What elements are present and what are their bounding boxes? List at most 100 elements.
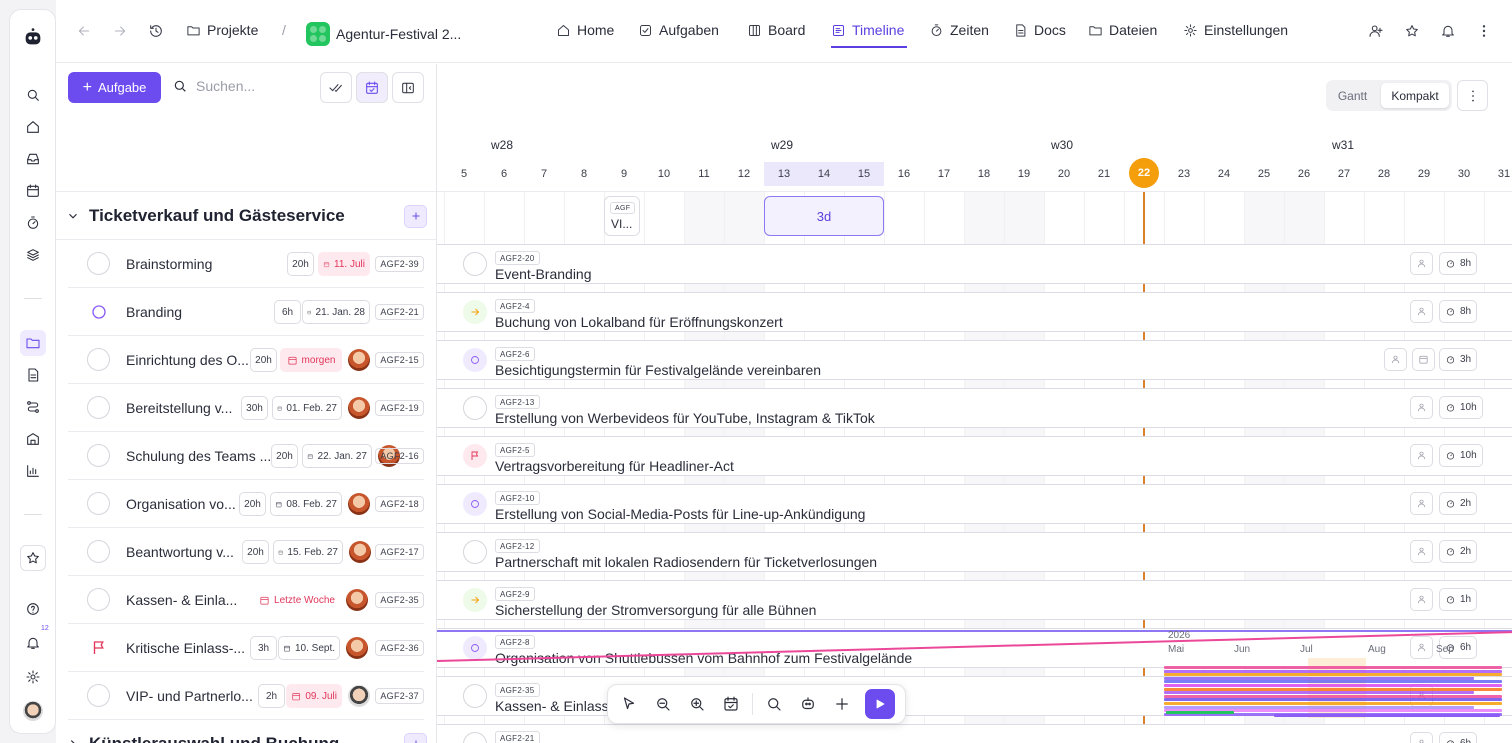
timeline-row[interactable]: AGF2-6 Besichtigungstermin für Festivalg… <box>437 340 1512 380</box>
assignee-avatar[interactable] <box>346 637 368 659</box>
task-bar[interactable]: AGF2-21 <box>437 724 1512 743</box>
tab-settings[interactable]: Einstellungen <box>1183 22 1288 38</box>
task-bar[interactable]: AGF2-6 Besichtigungstermin für Festivalg… <box>437 340 1512 380</box>
task-row[interactable]: Einrichtung des O... 20h morgen AGF2-15 <box>68 336 424 384</box>
view-option-compact[interactable]: Kompakt <box>1381 83 1449 108</box>
estimate-chip[interactable]: 8h <box>1439 300 1478 323</box>
status-open-icon[interactable] <box>87 444 110 467</box>
back-arrow-icon[interactable] <box>74 21 94 41</box>
task-bar[interactable]: AGF2-10 Erstellung von Social-Media-Post… <box>437 484 1512 524</box>
tab-board[interactable]: Board <box>747 22 805 38</box>
task-due-date[interactable]: Letzte Woche <box>254 588 340 612</box>
estimate-chip[interactable]: 3h <box>1439 348 1478 371</box>
assign-user-icon[interactable] <box>1410 588 1433 611</box>
settings-gear-icon[interactable] <box>20 664 46 690</box>
status-open-icon[interactable] <box>87 252 110 275</box>
timeline-row[interactable]: AGF2-13 Erstellung von Werbevideos für Y… <box>437 388 1512 428</box>
timeline-row[interactable]: AGF2-20 Event-Branding 8h <box>437 244 1512 284</box>
task-bar[interactable]: AGF2-20 Event-Branding <box>437 244 1512 284</box>
task-due-date[interactable]: 15. Feb. 27 <box>273 540 343 564</box>
assignee-avatar[interactable] <box>348 397 370 419</box>
estimate-chip[interactable]: 2h <box>1439 540 1478 563</box>
tab-home[interactable]: Home <box>556 22 614 38</box>
assign-user-icon[interactable] <box>1410 540 1433 563</box>
assign-user-icon[interactable] <box>1410 252 1433 275</box>
timer-icon[interactable] <box>20 210 46 236</box>
add-plus-icon[interactable] <box>825 687 859 721</box>
group-summary-bar[interactable]: 3d <box>764 196 884 236</box>
assignee-avatar[interactable] <box>346 589 368 611</box>
calendar-icon[interactable] <box>20 178 46 204</box>
status-open-icon[interactable] <box>87 588 110 611</box>
task-due-date[interactable]: 09. Juli <box>286 684 342 708</box>
document-icon[interactable] <box>20 362 46 388</box>
task-due-date[interactable]: 22. Jan. 27 <box>302 444 372 468</box>
breadcrumb-project[interactable]: Agentur-Festival 2... <box>306 22 461 46</box>
status-open-icon[interactable] <box>463 396 487 420</box>
task-row[interactable]: Organisation vo... 20h 08. Feb. 27 AGF2-18 <box>68 480 424 528</box>
status-arrow-icon[interactable] <box>463 588 487 612</box>
task-row[interactable]: Kassen- & Einla... Letzte Woche AGF2-35 <box>68 576 424 624</box>
status-open-icon[interactable] <box>87 540 110 563</box>
estimate-chip[interactable]: 10h <box>1439 396 1483 419</box>
task-row[interactable]: Brainstorming 20h 11. Juli AGF2-39 <box>68 240 424 288</box>
breadcrumb-projects[interactable]: Projekte <box>186 22 258 38</box>
help-icon[interactable] <box>20 596 46 622</box>
calendar-icon[interactable] <box>1412 348 1435 371</box>
forward-arrow-icon[interactable] <box>110 21 130 41</box>
timeline-row[interactable]: AGF2-21 6h <box>437 724 1512 743</box>
status-flag-icon[interactable] <box>87 636 110 659</box>
estimate-chip[interactable]: 1h <box>1439 588 1478 611</box>
assign-user-icon[interactable] <box>1410 300 1433 323</box>
bell-icon[interactable] <box>1438 21 1458 41</box>
building-icon[interactable] <box>20 426 46 452</box>
status-open-icon[interactable] <box>87 684 110 707</box>
ai-assistant-icon[interactable] <box>791 687 825 721</box>
task-row[interactable]: VIP- und Partnerlo... 2h 09. Juli AGF2-37 <box>68 672 424 720</box>
status-in-progress-icon[interactable] <box>87 300 110 323</box>
timeline-row[interactable]: AGF2-5 Vertragsvorbereitung für Headline… <box>437 436 1512 476</box>
collapse-panel-button[interactable] <box>392 72 424 103</box>
group-add-button[interactable] <box>404 732 427 743</box>
zoom-in-icon[interactable] <box>680 687 714 721</box>
estimate-chip[interactable]: 8h <box>1439 252 1478 275</box>
today-calendar-icon[interactable] <box>714 687 748 721</box>
logo-icon[interactable] <box>20 24 46 50</box>
search-input[interactable]: Suchen... <box>196 78 255 94</box>
timeline-more-button[interactable] <box>1457 80 1488 111</box>
play-button[interactable] <box>865 689 895 719</box>
workflow-icon[interactable] <box>20 394 46 420</box>
tab-tasks[interactable]: Aufgaben <box>638 22 719 38</box>
add-task-button[interactable]: + Aufgabe <box>68 72 161 103</box>
status-arrow-icon[interactable] <box>463 300 487 324</box>
inbox-icon[interactable] <box>20 146 46 172</box>
assign-user-icon[interactable] <box>1410 492 1433 515</box>
search-box[interactable]: Suchen... <box>172 78 255 94</box>
group-header[interactable]: Ticketverkauf und Gästeservice <box>56 192 436 240</box>
tab-timeline[interactable]: Timeline <box>831 22 904 38</box>
task-due-date[interactable]: 01. Feb. 27 <box>272 396 342 420</box>
favorite-star-icon[interactable] <box>1402 21 1422 41</box>
status-open-icon[interactable] <box>87 492 110 515</box>
add-member-icon[interactable] <box>1366 21 1386 41</box>
timeline-row[interactable]: AGF2-9 Sicherstellung der Stromversorgun… <box>437 580 1512 620</box>
task-due-date[interactable]: 21. Jan. 28 <box>302 300 370 324</box>
task-bar[interactable]: AGF2-5 Vertragsvorbereitung für Headline… <box>437 436 1512 476</box>
status-open-icon[interactable] <box>463 684 487 708</box>
group-header[interactable]: Künstlerauswahl und Buchung <box>56 720 436 743</box>
view-option-gantt[interactable]: Gantt <box>1329 83 1376 108</box>
search-icon[interactable] <box>757 687 791 721</box>
timeline-row[interactable]: AGF2-12 Partnerschaft mit lokalen Radios… <box>437 532 1512 572</box>
task-due-date[interactable]: 08. Feb. 27 <box>270 492 342 516</box>
group-add-button[interactable] <box>404 204 427 228</box>
estimate-chip[interactable]: 6h <box>1439 732 1478 743</box>
calendar-toggle-button[interactable] <box>356 72 388 103</box>
assignee-avatar[interactable] <box>348 685 370 707</box>
history-icon[interactable] <box>146 21 166 41</box>
projects-folder-icon[interactable] <box>20 330 46 356</box>
task-row[interactable]: Kritische Einlass-... 3h 10. Sept. AGF2-36 <box>68 624 424 672</box>
task-due-date[interactable]: 10. Sept. <box>278 636 340 660</box>
home-icon[interactable] <box>20 114 46 140</box>
assign-user-icon[interactable] <box>1410 732 1433 743</box>
status-open-icon[interactable] <box>87 396 110 419</box>
